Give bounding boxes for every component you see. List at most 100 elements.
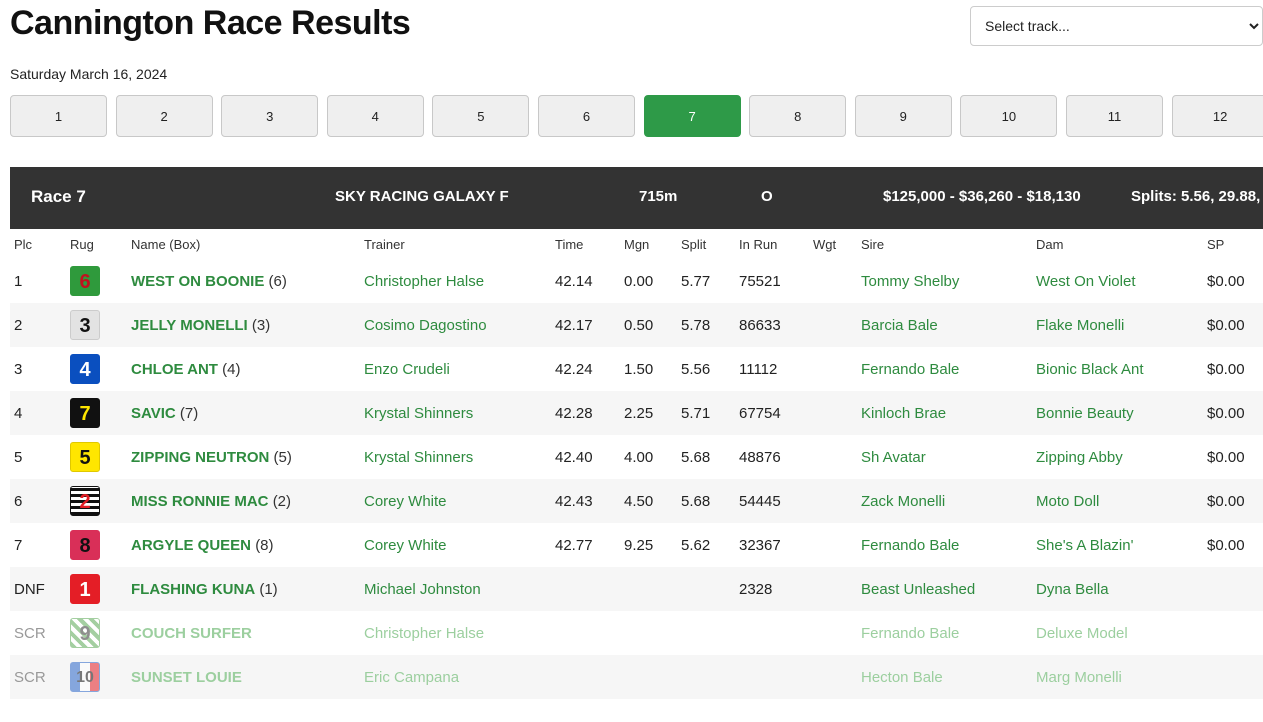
dog-name-link[interactable]: COUCH SURFER (131, 625, 252, 642)
cell-in-run (735, 611, 809, 655)
trainer-link[interactable]: Enzo Crudeli (364, 361, 450, 378)
race-date: Saturday March 16, 2024 (10, 66, 168, 82)
dam-link[interactable]: Bionic Black Ant (1036, 361, 1144, 378)
cell-in-run: 11112 (735, 347, 809, 391)
race-tab-2[interactable]: 2 (115, 95, 213, 137)
race-tab-4[interactable]: 4 (326, 95, 424, 137)
cell-mgn (620, 611, 677, 655)
dam-link[interactable]: Zipping Abby (1036, 449, 1123, 466)
cell-sp (1203, 655, 1263, 699)
race-tab-10[interactable]: 10 (960, 95, 1058, 137)
cell-name: JELLY MONELLI (3) (127, 303, 360, 347)
trainer-link[interactable]: Krystal Shinners (364, 449, 473, 466)
cell-mgn: 4.50 (620, 479, 677, 523)
trainer-link[interactable]: Krystal Shinners (364, 405, 473, 422)
table-row: DNF 1 FLASHING KUNA (1) Michael Johnston 232… (10, 567, 1263, 611)
dog-name-link[interactable]: JELLY MONELLI (131, 317, 248, 334)
cell-trainer: Eric Campana (360, 655, 551, 699)
col-split: Split (681, 236, 707, 252)
sire-link[interactable]: Zack Monelli (861, 493, 945, 510)
box-number: (5) (273, 448, 292, 466)
dog-name-link[interactable]: WEST ON BOONIE (131, 273, 264, 290)
sire-link[interactable]: Kinloch Brae (861, 405, 946, 422)
track-select[interactable]: Select track... (970, 6, 1263, 46)
rug-badge: 2 (70, 486, 100, 516)
cell-split (677, 567, 735, 611)
race-tab-5[interactable]: 5 (432, 95, 530, 137)
cell-plc: 4 (10, 391, 66, 435)
sire-link[interactable]: Sh Avatar (861, 449, 926, 466)
dog-name-link[interactable]: CHLOE ANT (131, 361, 218, 378)
cell-rug: 6 (66, 259, 127, 303)
col-dam: Dam (1036, 236, 1064, 252)
cell-time: 42.28 (551, 391, 620, 435)
race-tab-11[interactable]: 11 (1066, 95, 1163, 137)
cell-wgt (809, 303, 857, 347)
dam-link[interactable]: Moto Doll (1036, 493, 1099, 510)
dog-name-link[interactable]: MISS RONNIE MAC (131, 493, 269, 510)
cell-dam: Flake Monelli (1032, 303, 1203, 347)
cell-trainer: Krystal Shinners (360, 435, 551, 479)
sire-link[interactable]: Fernando Bale (861, 537, 959, 554)
dam-link[interactable]: Dyna Bella (1036, 581, 1109, 598)
race-tab-9[interactable]: 9 (854, 95, 952, 137)
cell-name: COUCH SURFER (127, 611, 360, 655)
trainer-link[interactable]: Cosimo Dagostino (364, 317, 487, 334)
page-title: Cannington Race Results (10, 4, 411, 42)
dam-link[interactable]: Marg Monelli (1036, 669, 1122, 686)
dam-link[interactable]: West On Violet (1036, 273, 1136, 290)
table-row: 1 6 WEST ON BOONIE (6) Christopher Halse 42.… (10, 259, 1263, 303)
cell-time (551, 567, 620, 611)
trainer-link[interactable]: Eric Campana (364, 669, 459, 686)
cell-dam: Dyna Bella (1032, 567, 1203, 611)
rug-badge: 6 (70, 266, 100, 296)
sire-link[interactable]: Fernando Bale (861, 361, 959, 378)
dog-name-link[interactable]: SAVIC (131, 405, 176, 422)
dam-link[interactable]: She's A Blazin' (1036, 537, 1133, 554)
cell-plc: SCR (10, 655, 66, 699)
cell-name: FLASHING KUNA (1) (127, 567, 360, 611)
cell-in-run: 32367 (735, 523, 809, 567)
trainer-link[interactable]: Michael Johnston (364, 581, 481, 598)
sire-link[interactable]: Hecton Bale (861, 669, 943, 686)
table-row: 5 5 ZIPPING NEUTRON (5) Krystal Shinners 42.… (10, 435, 1263, 479)
dog-name-link[interactable]: ARGYLE QUEEN (131, 537, 251, 554)
sire-link[interactable]: Tommy Shelby (861, 273, 959, 290)
race-tab-12[interactable]: 12 (1171, 95, 1263, 137)
dam-link[interactable]: Flake Monelli (1036, 317, 1124, 334)
dog-name-link[interactable]: ZIPPING NEUTRON (131, 449, 269, 466)
sire-link[interactable]: Barcia Bale (861, 317, 938, 334)
trainer-link[interactable]: Christopher Halse (364, 625, 484, 642)
race-tab-7[interactable]: 7 (643, 95, 741, 137)
trainer-link[interactable]: Christopher Halse (364, 273, 484, 290)
cell-wgt (809, 479, 857, 523)
race-tab-8[interactable]: 8 (749, 95, 847, 137)
cell-sire: Kinloch Brae (857, 391, 1032, 435)
dam-link[interactable]: Deluxe Model (1036, 625, 1128, 642)
cell-rug: 9 (66, 611, 127, 655)
trainer-link[interactable]: Corey White (364, 493, 447, 510)
dog-name-link[interactable]: FLASHING KUNA (131, 581, 255, 598)
dam-link[interactable]: Bonnie Beauty (1036, 405, 1134, 422)
cell-mgn: 0.50 (620, 303, 677, 347)
race-tab-6[interactable]: 6 (538, 95, 635, 137)
col-rug: Rug (70, 236, 94, 252)
race-tab-1[interactable]: 1 (10, 95, 107, 137)
cell-time: 42.24 (551, 347, 620, 391)
cell-plc: 5 (10, 435, 66, 479)
cell-time: 42.77 (551, 523, 620, 567)
cell-dam: Marg Monelli (1032, 655, 1203, 699)
sire-link[interactable]: Beast Unleashed (861, 581, 975, 598)
table-row: 7 8 ARGYLE QUEEN (8) Corey White 42.77 9.25 5.… (10, 523, 1263, 567)
cell-time (551, 611, 620, 655)
dog-name-link[interactable]: SUNSET LOUIE (131, 669, 242, 686)
race-tab-3[interactable]: 3 (221, 95, 319, 137)
cell-sire: Tommy Shelby (857, 259, 1032, 303)
trainer-link[interactable]: Corey White (364, 537, 447, 554)
col-time: Time (555, 236, 584, 252)
cell-wgt (809, 523, 857, 567)
cell-sire: Zack Monelli (857, 479, 1032, 523)
sire-link[interactable]: Fernando Bale (861, 625, 959, 642)
cell-wgt (809, 347, 857, 391)
cell-in-run (735, 655, 809, 699)
